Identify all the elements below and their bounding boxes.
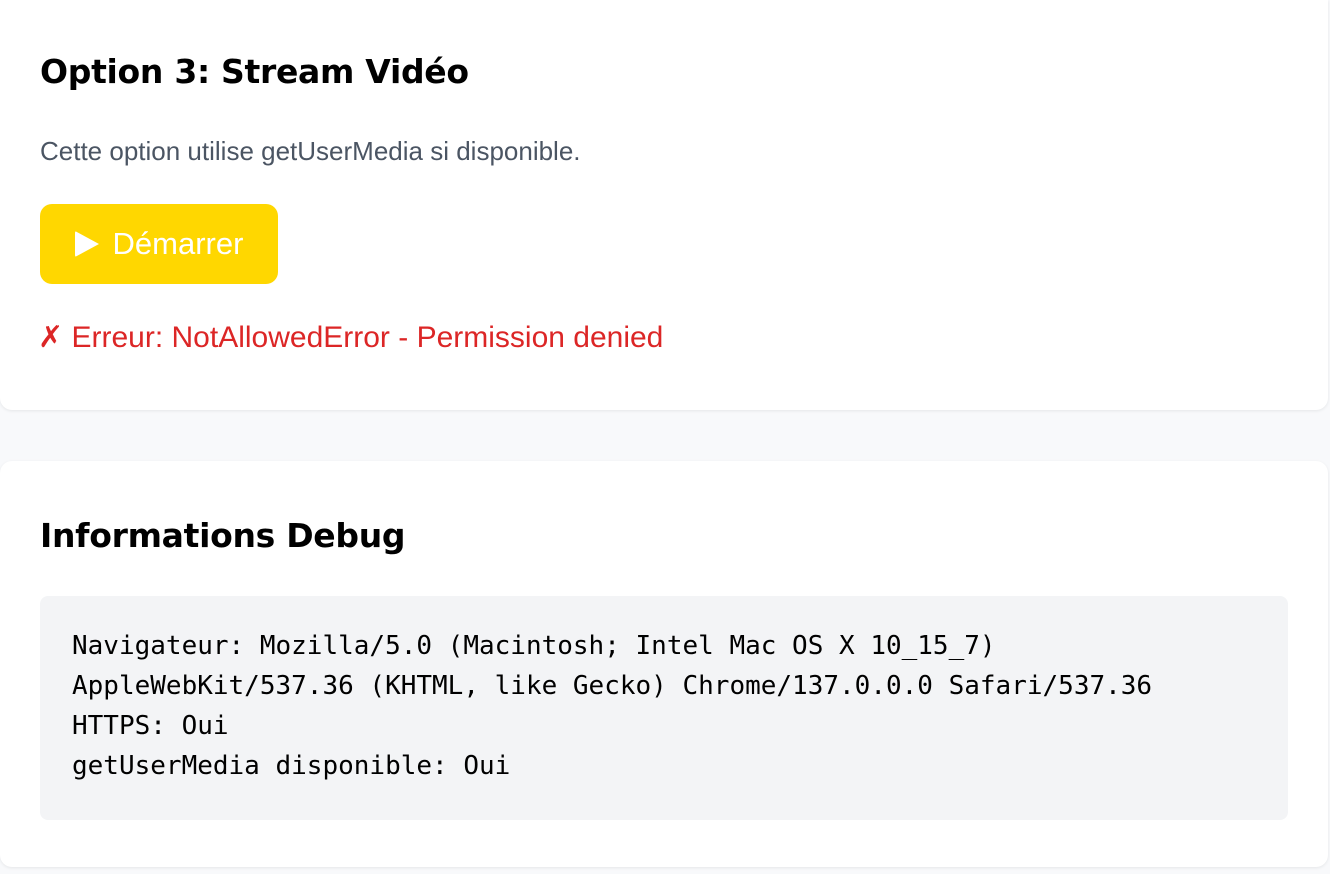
debug-info-card: Informations Debug Navigateur: Mozilla/5… bbox=[0, 461, 1328, 867]
stream-video-card: Option 3: Stream Vidéo Cette option util… bbox=[0, 0, 1328, 410]
debug-info-title: Informations Debug bbox=[40, 516, 406, 555]
start-button-label: Démarrer bbox=[112, 226, 244, 261]
debug-line-getusermedia: getUserMedia disponible: Oui bbox=[72, 751, 511, 781]
stream-video-description: Cette option utilise getUserMedia si dis… bbox=[40, 136, 581, 166]
error-text: Erreur: NotAllowedError - Permission den… bbox=[71, 321, 664, 354]
error-message: ✗ Erreur: NotAllowedError - Permission d… bbox=[38, 320, 663, 355]
debug-line-https: HTTPS: Oui bbox=[72, 711, 229, 741]
debug-line-browser: Navigateur: Mozilla/5.0 (Macintosh; Inte… bbox=[72, 631, 996, 661]
debug-line-browser-cont: AppleWebKit/537.36 (KHTML, like Gecko) C… bbox=[72, 671, 1153, 701]
debug-info-box: Navigateur: Mozilla/5.0 (Macintosh; Inte… bbox=[40, 596, 1288, 820]
stream-video-title: Option 3: Stream Vidéo bbox=[40, 52, 469, 91]
start-button[interactable]: Démarrer bbox=[40, 204, 278, 284]
play-icon bbox=[74, 231, 99, 257]
cross-icon: ✗ bbox=[38, 321, 64, 354]
